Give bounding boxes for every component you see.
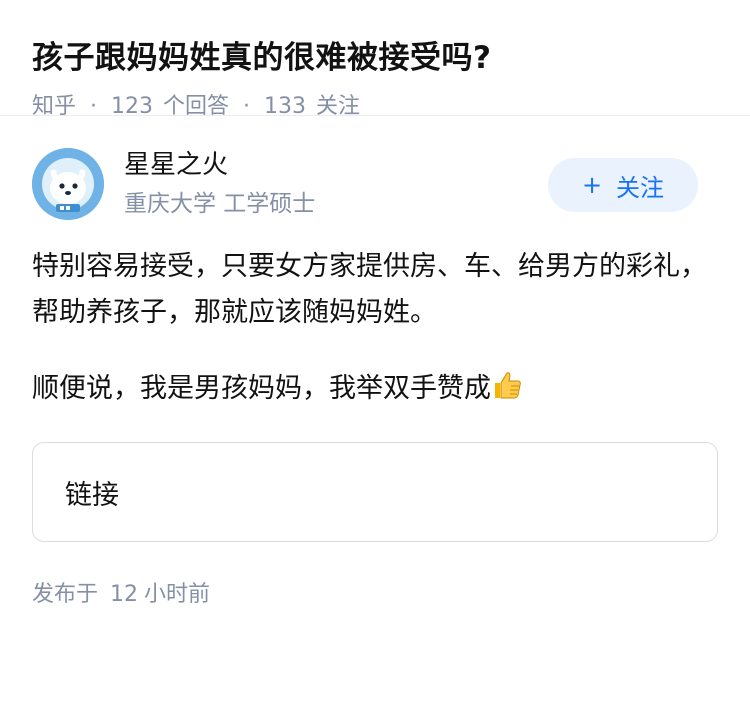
source-label[interactable]: 知乎 — [32, 92, 76, 122]
plus-icon: + — [581, 171, 603, 199]
link-card-label: 链接 — [65, 479, 119, 511]
link-card[interactable]: 链接 — [32, 442, 718, 542]
author-row: 星星之火 重庆大学 工学硕士 + 关注 — [32, 148, 718, 244]
author-name[interactable]: 星星之火 — [124, 148, 228, 182]
answer-content: 特别容易接受，只要女方家提供房、车、给男方的彩礼，帮助养孩子，那就应该随妈妈姓。… — [32, 244, 718, 412]
question-title[interactable]: 孩子跟妈妈姓真的很难被接受吗? — [32, 36, 718, 80]
answer-item: 星星之火 重庆大学 工学硕士 + 关注 特别容易接受，只要女方家提供房、车、给男… — [0, 148, 750, 610]
follow-count-label: 关注 — [316, 94, 361, 119]
answer-paragraph-with-emoji: 顺便说，我是男孩妈妈，我举双手赞成 — [32, 366, 718, 412]
follow-count: 133 — [264, 94, 307, 119]
question-meta: 知乎 · 123 个回答 · 133 关注 — [32, 92, 718, 122]
publish-num: 12 — [110, 582, 139, 607]
follow-author-button[interactable]: + 关注 — [548, 158, 698, 212]
thumbs-up-icon — [495, 372, 521, 399]
question-header: 孩子跟妈妈姓真的很难被接受吗? 知乎 · 123 个回答 · 133 关注 — [0, 0, 750, 119]
astronaut-dog-avatar-icon — [32, 148, 104, 220]
publish-suffix: 小时前 — [144, 582, 211, 607]
answer-paragraph: 顺便说，我是男孩妈妈，我举双手赞成 — [32, 373, 491, 404]
author-headline: 重庆大学 工学硕士 — [124, 191, 316, 217]
meta-separator: · — [243, 94, 251, 119]
answer-count-label: 个回答 — [163, 94, 230, 119]
avatar[interactable] — [32, 148, 104, 220]
publish-prefix: 发布于 — [32, 582, 99, 607]
page: 孩子跟妈妈姓真的很难被接受吗? 知乎 · 123 个回答 · 133 关注 星星… — [0, 0, 750, 704]
meta-separator: · — [90, 94, 98, 119]
follow-button-label: 关注 — [616, 173, 665, 202]
answer-count: 123 — [111, 94, 154, 119]
answer-paragraph: 特别容易接受，只要女方家提供房、车、给男方的彩礼，帮助养孩子，那就应该随妈妈姓。 — [32, 251, 707, 328]
publish-time: 发布于 12 小时前 — [32, 580, 718, 610]
